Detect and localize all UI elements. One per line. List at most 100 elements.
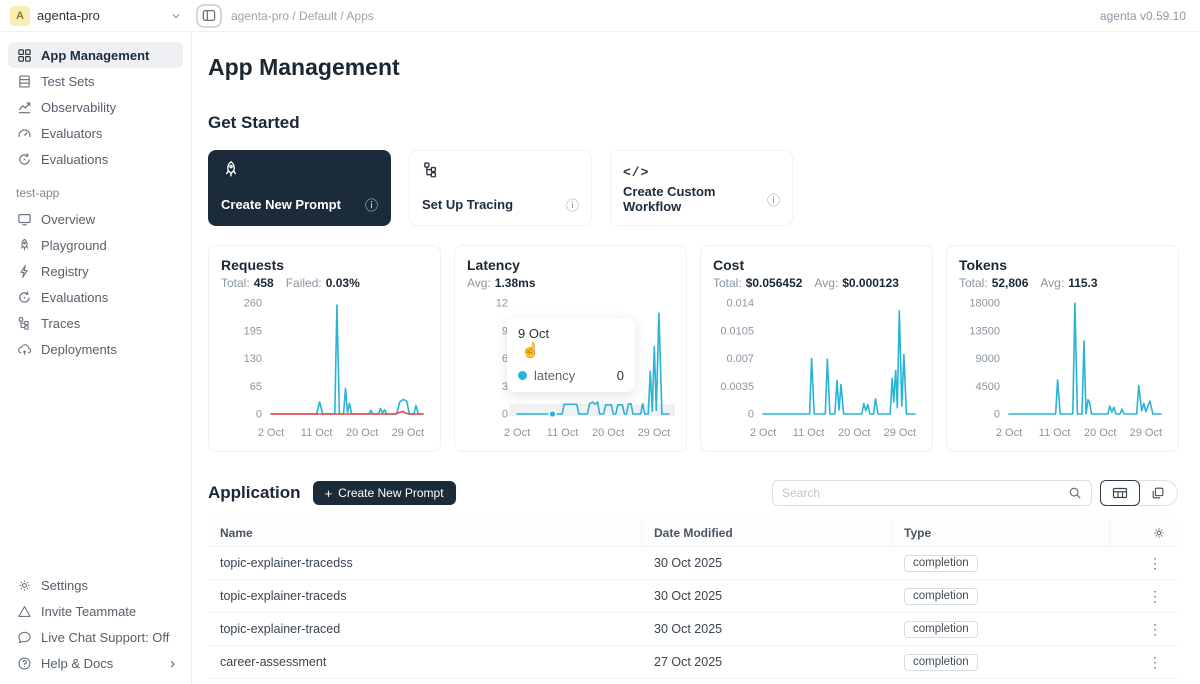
sidebar-item-evaluators[interactable]: Evaluators [8,120,183,146]
workspace-selector[interactable]: A agenta-pro [0,6,192,26]
rocket-icon [221,160,241,185]
get-started-cards: Create New Prompt ⓘ Set Up Tracing ⓘ </>… [208,150,1178,226]
card-label: Set Up Tracing [422,197,513,212]
tokens-chart: 18000135009000450002 Oct11 Oct20 Oct29 O… [959,296,1168,448]
table-body: topic-explainer-tracedss 30 Oct 2025 com… [208,547,1178,679]
column-settings-icon[interactable] [1152,526,1166,540]
app-date-modified: 30 Oct 2025 [642,547,892,579]
refresh-icon [16,289,32,305]
svg-text:260: 260 [244,298,262,310]
svg-text:29 Oct: 29 Oct [638,427,670,439]
svg-text:20 Oct: 20 Oct [1084,427,1116,439]
sidebar-item-evaluations[interactable]: Evaluations [8,146,183,172]
main-content: App Management Get Started Create New Pr… [192,32,1200,684]
app-name[interactable]: career-assessment [208,646,642,678]
gauge-icon [16,125,32,141]
refresh-icon [16,151,32,167]
sidebar-item-traces[interactable]: Traces [8,310,183,336]
info-icon[interactable]: ⓘ [566,195,579,214]
svg-text:65: 65 [250,381,262,393]
svg-text:18000: 18000 [969,298,1000,310]
create-new-prompt-card[interactable]: Create New Prompt ⓘ [208,150,391,226]
svg-text:0.007: 0.007 [726,353,754,365]
column-header-name[interactable]: Name [208,519,642,546]
info-icon[interactable]: ⓘ [767,190,780,209]
kebab-menu-icon[interactable]: ⋮ [1144,588,1166,605]
cost-card: Cost Total:$0.056452 Avg:$0.000123 0.014… [700,245,933,452]
sidebar-item-registry[interactable]: Registry [8,258,183,284]
sidebar-item-test-sets[interactable]: Test Sets [8,68,183,94]
column-header-type[interactable]: Type [892,519,1110,546]
kebab-menu-icon[interactable]: ⋮ [1144,621,1166,638]
cloud-icon [16,341,32,357]
svg-text:29 Oct: 29 Oct [1130,427,1162,439]
create-new-prompt-button[interactable]: + Create New Prompt [313,481,456,505]
gear-icon [16,577,32,593]
svg-text:4500: 4500 [976,381,1000,393]
sidebar-item-observability[interactable]: Observability [8,94,183,120]
svg-text:0: 0 [748,409,754,421]
app-name[interactable]: topic-explainer-traced [208,613,642,645]
table-icon [16,73,32,89]
svg-text:0: 0 [994,409,1000,421]
series-dot [518,371,527,380]
app-date-modified: 30 Oct 2025 [642,613,892,645]
search-icon[interactable] [1068,486,1082,500]
svg-text:11 Oct: 11 Oct [547,427,579,439]
svg-text:12: 12 [496,298,508,310]
chart-tooltip: 9 Oct ☝ latency 0 [507,318,635,392]
table-view-button[interactable] [1100,480,1140,506]
app-name[interactable]: topic-explainer-traceds [208,580,642,612]
project-label: test-app [8,186,183,200]
table-row: career-assessment 27 Oct 2025 completion… [208,646,1178,679]
sidebar-item-evaluations[interactable]: Evaluations [8,284,183,310]
sidebar-item-playground[interactable]: Playground [8,232,183,258]
breadcrumb[interactable]: agenta-pro / Default / Apps [231,9,374,23]
svg-text:2 Oct: 2 Oct [504,427,530,439]
sidebar-item-overview[interactable]: Overview [8,206,183,232]
sidebar: App Management Test Sets Observability E… [0,32,192,684]
grid-icon [16,47,32,63]
sidebar-project-nav: Overview Playground Registry Evaluations… [8,206,183,362]
kebab-menu-icon[interactable]: ⋮ [1144,654,1166,671]
table-row: topic-explainer-tracedss 30 Oct 2025 com… [208,547,1178,580]
applications-table: Name Date Modified Type topic-explainer-… [208,519,1178,679]
card-view-button[interactable] [1138,480,1178,506]
sidebar-item-settings[interactable]: Settings › [8,572,183,598]
sidebar-footer-nav: Settings › Invite Teammate › Live Chat S… [8,572,183,676]
type-badge: completion [904,588,978,605]
app-date-modified: 27 Oct 2025 [642,646,892,678]
sidebar-item-deployments[interactable]: Deployments [8,336,183,362]
app-name[interactable]: topic-explainer-tracedss [208,547,642,579]
column-header-date[interactable]: Date Modified [642,519,892,546]
search-input[interactable] [782,486,1062,500]
table-row: topic-explainer-traceds 30 Oct 2025 comp… [208,580,1178,613]
svg-text:11 Oct: 11 Oct [301,427,333,439]
sidebar-item-app-management[interactable]: App Management [8,42,183,68]
sidebar-item-help-docs[interactable]: Help & Docs › [8,650,183,676]
create-custom-workflow-card[interactable]: </> Create Custom Workflow ⓘ [610,150,793,226]
kebab-menu-icon[interactable]: ⋮ [1144,555,1166,572]
svg-text:0.0105: 0.0105 [720,325,754,337]
svg-text:20 Oct: 20 Oct [838,427,870,439]
set-up-tracing-card[interactable]: Set Up Tracing ⓘ [409,150,592,226]
svg-text:2 Oct: 2 Oct [258,427,284,439]
app-date-modified: 30 Oct 2025 [642,580,892,612]
search-box[interactable] [772,480,1092,506]
get-started-heading: Get Started [208,113,1178,133]
type-badge: completion [904,555,978,572]
sidebar-item-invite-teammate[interactable]: Invite Teammate › [8,598,183,624]
application-heading: Application [208,483,301,503]
sidebar-item-live-chat-support-off[interactable]: Live Chat Support: Off › [8,624,183,650]
info-icon[interactable]: ⓘ [365,195,378,214]
svg-text:2 Oct: 2 Oct [750,427,776,439]
code-icon: </> [623,165,649,180]
sidebar-toggle-button[interactable] [196,4,222,28]
requests-card: Requests Total:458 Failed:0.03% 26019513… [208,245,441,452]
svg-text:130: 130 [244,353,262,365]
help-icon [16,655,32,671]
chart-title: Latency [467,257,674,273]
svg-text:0: 0 [256,409,262,421]
chart-title: Tokens [959,257,1166,273]
svg-text:11 Oct: 11 Oct [1039,427,1071,439]
